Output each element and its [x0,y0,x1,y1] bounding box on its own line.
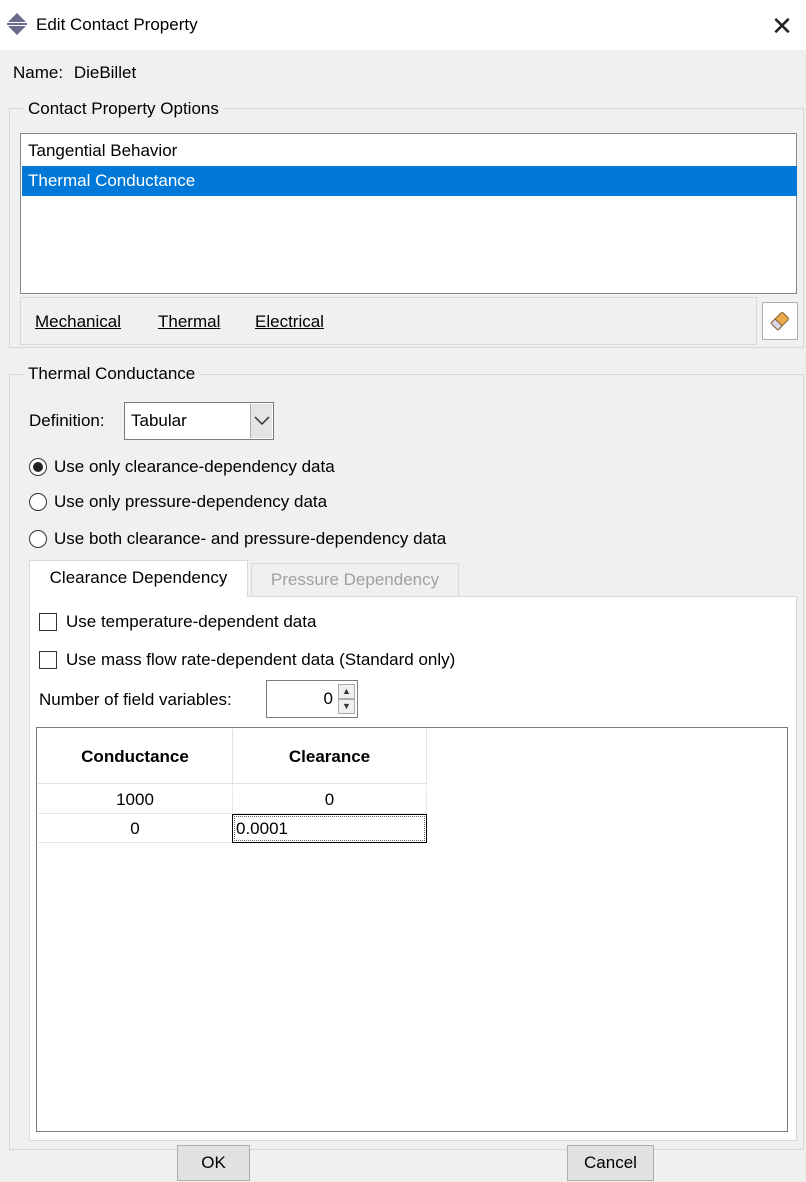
radio-label: Use both clearance- and pressure-depende… [54,529,447,548]
column-header-clearance[interactable]: Clearance [233,729,427,784]
definition-value: Tabular [131,411,187,430]
window-title: Edit Contact Property [36,15,198,34]
checkbox[interactable] [39,613,57,631]
menu-mechanical[interactable]: Mechanical [35,312,121,332]
checkbox-label: Use temperature-dependent data [66,612,317,631]
options-list[interactable]: Tangential Behavior Thermal Conductance [20,133,797,294]
spin-up-icon[interactable]: ▲ [338,684,355,699]
table-cell[interactable]: 0 [233,785,427,814]
radio-label: Use only clearance-dependency data [54,457,335,476]
column-header-conductance[interactable]: Conductance [38,729,233,784]
dropdown-button[interactable] [250,404,272,438]
group-title-options: Contact Property Options [24,99,223,119]
name-row: Name: DieBillet [13,63,136,83]
title-bar: Edit Contact Property ✕ [0,0,806,50]
eraser-icon [770,312,789,331]
data-table: Conductance Clearance 1000 0 0 0.0001 [36,727,788,1132]
table-cell-editing[interactable]: 0.0001 [232,814,427,843]
field-variables-value[interactable]: 0 [324,689,333,709]
tab-pressure-dependency[interactable]: Pressure Dependency [251,563,459,596]
options-menu-bar: Mechanical Thermal Electrical [20,297,757,345]
chevron-down-icon [254,416,270,426]
spin-down-icon[interactable]: ▼ [338,699,355,714]
tab-clearance-dependency[interactable]: Clearance Dependency [29,560,248,597]
field-variables-spinner[interactable]: 0 ▲ ▼ [266,680,358,718]
checkbox[interactable] [39,651,57,669]
table-cell[interactable]: 0 [38,814,233,843]
radio-label: Use only pressure-dependency data [54,492,328,511]
menu-electrical[interactable]: Electrical [255,312,324,332]
close-icon[interactable]: ✕ [762,6,802,46]
radio-button[interactable] [29,493,47,511]
definition-label: Definition: [29,411,105,430]
list-item-tangential-behavior[interactable]: Tangential Behavior [22,136,797,166]
menu-thermal[interactable]: Thermal [158,312,220,332]
definition-select[interactable]: Tabular [124,402,274,440]
table-cell[interactable]: 1000 [38,785,233,814]
spinner-buttons: ▲ ▼ [338,684,355,714]
checkbox-label: Use mass flow rate-dependent data (Stand… [66,650,456,669]
cancel-button[interactable]: Cancel [567,1145,654,1181]
name-label: Name: [13,63,64,82]
name-value: DieBillet [73,63,137,82]
group-title-thermal: Thermal Conductance [24,364,200,384]
eraser-button[interactable] [762,302,798,340]
list-item-thermal-conductance[interactable]: Thermal Conductance [22,166,797,196]
radio-button[interactable] [29,530,47,548]
ok-button[interactable]: OK [177,1145,250,1181]
contact-property-icon [7,13,27,35]
field-variables-label: Number of field variables: [39,690,232,709]
radio-button[interactable] [29,458,47,476]
